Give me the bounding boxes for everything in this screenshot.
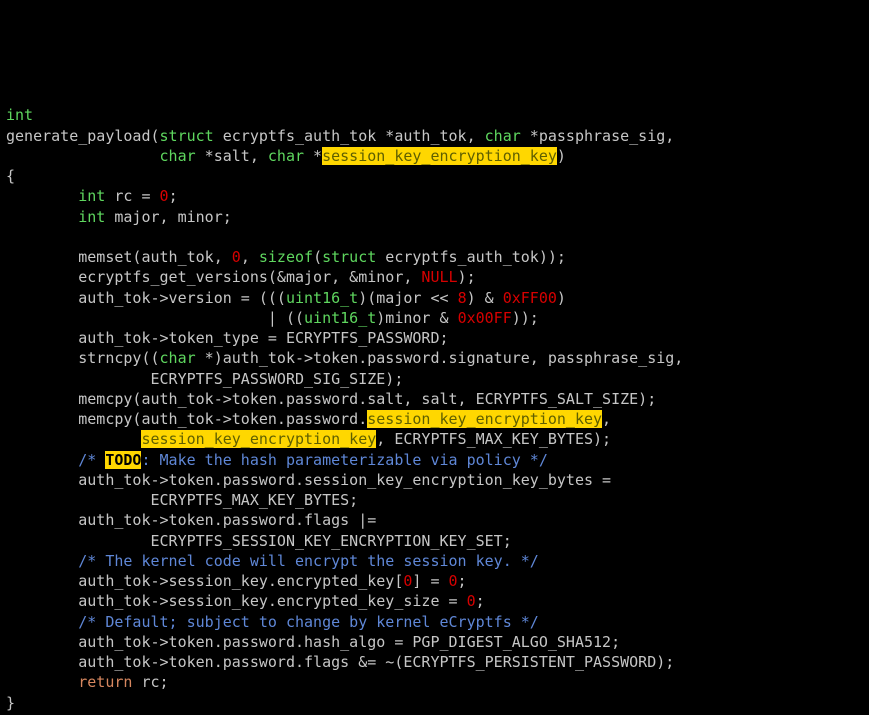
code-line: auth_tok->token.password.hash_algo = PGP…	[6, 633, 620, 651]
code-line: auth_tok->session_key.encrypted_key_size…	[6, 592, 485, 610]
code-line: memcpy(auth_tok->token.password.session_…	[6, 410, 611, 428]
code-line: auth_tok->token.password.flags &= ~(ECRY…	[6, 653, 674, 671]
function-signature-line2: char *salt, char *session_key_encryption…	[6, 147, 566, 165]
code-line: return rc;	[6, 673, 169, 691]
code-line: auth_tok->token.password.session_key_enc…	[6, 471, 611, 489]
code-line: ecryptfs_get_versions(&major, &minor, NU…	[6, 268, 476, 286]
search-highlight: session_key_encryption_key	[367, 410, 602, 428]
code-line: int rc = 0;	[6, 187, 178, 205]
todo-marker: TODO	[105, 451, 141, 469]
code-line: strncpy((char *)auth_tok->token.password…	[6, 349, 683, 367]
code-line: auth_tok->token.password.flags |=	[6, 511, 376, 529]
search-highlight: session_key_encryption_key	[141, 430, 376, 448]
code-line: auth_tok->token_type = ECRYPTFS_PASSWORD…	[6, 329, 449, 347]
code-line: | ((uint16_t)minor & 0x00FF));	[6, 309, 539, 327]
search-highlight: session_key_encryption_key	[322, 147, 557, 165]
code-line: ECRYPTFS_PASSWORD_SIG_SIZE);	[6, 370, 403, 388]
brace-close: }	[6, 694, 15, 712]
function-signature: generate_payload(struct ecryptfs_auth_to…	[6, 127, 674, 145]
code-line: session_key_encryption_key, ECRYPTFS_MAX…	[6, 430, 611, 448]
code-line: memcpy(auth_tok->token.password.salt, sa…	[6, 390, 656, 408]
comment-line: /* Default; subject to change by kernel …	[6, 613, 539, 631]
comment-line: /* TODO: Make the hash parameterizable v…	[6, 451, 548, 469]
code-line: memset(auth_tok, 0, sizeof(struct ecrypt…	[6, 248, 566, 266]
code-line: ECRYPTFS_SESSION_KEY_ENCRYPTION_KEY_SET;	[6, 532, 512, 550]
code-line: ECRYPTFS_MAX_KEY_BYTES;	[6, 491, 358, 509]
code-line: auth_tok->session_key.encrypted_key[0] =…	[6, 572, 467, 590]
comment-line: /* The kernel code will encrypt the sess…	[6, 552, 539, 570]
type-keyword: int	[6, 106, 33, 124]
code-line: auth_tok->version = (((uint16_t)(major <…	[6, 289, 566, 307]
brace-open: {	[6, 167, 15, 185]
code-editor[interactable]: int generate_payload(struct ecryptfs_aut…	[0, 101, 869, 715]
code-line: int major, minor;	[6, 208, 232, 226]
